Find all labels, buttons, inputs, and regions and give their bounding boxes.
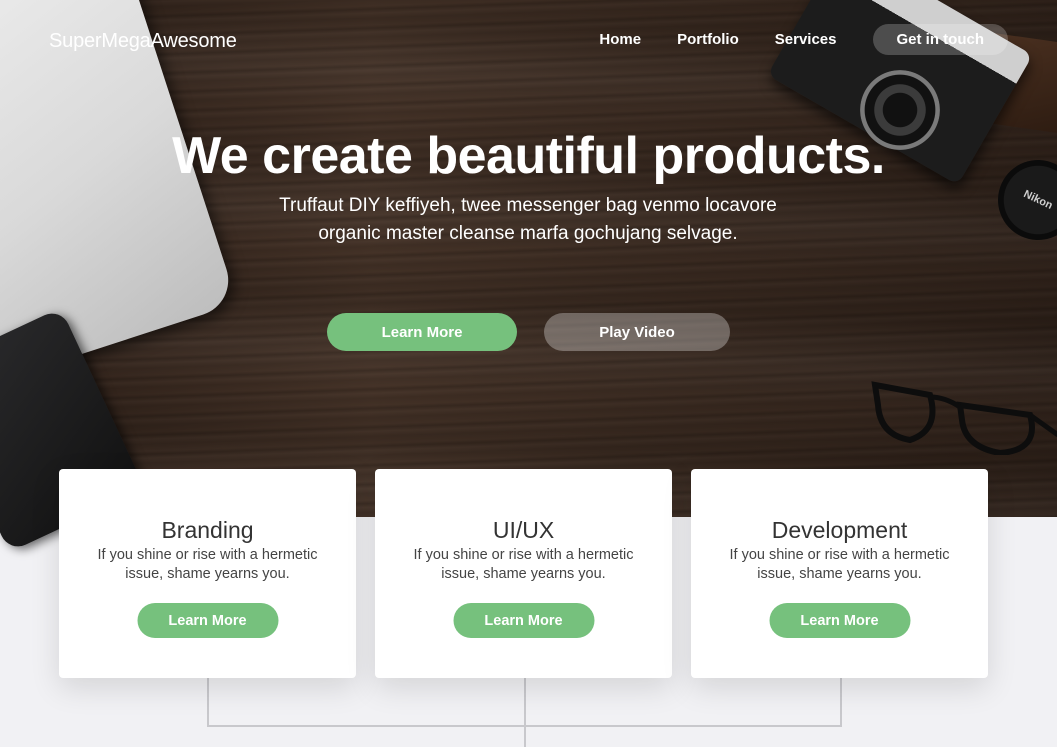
card-title: Branding bbox=[161, 517, 254, 543]
service-card-branding: Branding If you shine or rise with a her… bbox=[59, 469, 356, 678]
card-title: UI/UX bbox=[492, 517, 555, 543]
card-text: If you shine or rise with a hermetic iss… bbox=[413, 547, 634, 582]
card-title: Development bbox=[771, 517, 908, 543]
service-card-development: Development If you shine or rise with a … bbox=[691, 469, 988, 678]
card-text: If you shine or rise with a hermetic iss… bbox=[729, 547, 950, 582]
service-card-uiux: UI/UX If you shine or rise with a hermet… bbox=[375, 469, 672, 678]
development-learn-more-button[interactable]: Learn More bbox=[769, 603, 910, 638]
uiux-learn-more-button[interactable]: Learn More bbox=[453, 603, 594, 638]
branding-learn-more-button[interactable]: Learn More bbox=[137, 603, 278, 638]
card-text: If you shine or rise with a hermetic iss… bbox=[97, 547, 318, 582]
